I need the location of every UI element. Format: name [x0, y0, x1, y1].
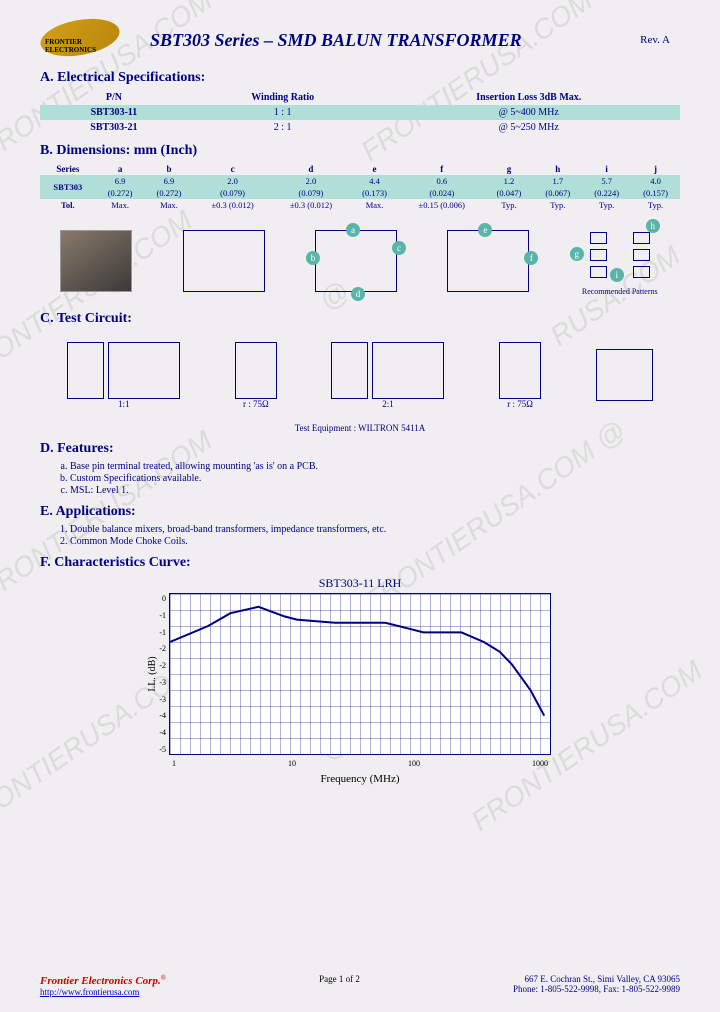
dim-badge-f: f	[524, 251, 538, 265]
dim-badge-c: c	[392, 241, 406, 255]
dimension-diagrams: a b c d e f h g i Recommended Patterns	[40, 221, 680, 301]
section-d-heading: D. Features:	[40, 441, 680, 457]
section-f-heading: F. Characteristics Curve:	[40, 555, 680, 571]
table-row: SBT303-11 1 : 1 @ 5~400 MHz	[40, 105, 680, 120]
dimensions-table: Series a b c d e f g h i j SBT303 6.9 6.…	[40, 163, 680, 211]
section-b-heading: B. Dimensions: mm (Inch)	[40, 143, 680, 159]
circuit-source-1	[67, 342, 104, 399]
dim-badge-i: i	[610, 268, 624, 282]
outline-drawing-front: e f	[447, 230, 529, 292]
x-axis-label: Frequency (MHz)	[40, 773, 680, 785]
col-loss: Insertion Loss 3dB Max.	[378, 90, 680, 105]
test-equipment-label: Test Equipment : WILTRON 5411A	[40, 423, 680, 433]
footer-url[interactable]: http://www.frontierusa.com	[40, 987, 139, 997]
section-e-heading: E. Applications:	[40, 504, 680, 520]
product-photo	[60, 230, 132, 292]
table-row: SBT303-21 2 : 1 @ 5~250 MHz	[40, 120, 680, 135]
circuit-source-2	[331, 342, 368, 399]
list-item: MSL: Level 1.	[70, 485, 680, 496]
table-row: Tol. Max. Max. ±0.3 (0.012) ±0.3 (0.012)…	[40, 199, 680, 211]
recommended-label: Recommended Patterns	[580, 287, 660, 296]
list-item: Double balance mixers, broad-band transf…	[70, 524, 680, 535]
chart-line	[170, 594, 550, 754]
circuit-load-1	[235, 342, 277, 399]
electrical-spec-table: P/N Winding Ratio Insertion Loss 3dB Max…	[40, 90, 680, 135]
dim-badge-b: b	[306, 251, 320, 265]
circuit-dut-2	[372, 342, 444, 399]
circuit-load-2	[499, 342, 541, 399]
outline-drawing-top: a b c d	[315, 230, 397, 292]
footer-address: 667 E. Cochran St., Simi Valley, CA 9306…	[524, 974, 680, 984]
section-c-heading: C. Test Circuit:	[40, 311, 680, 327]
table-row: SBT303 6.9 6.9 2.0 2.0 4.4 0.6 1.2 1.7 5…	[40, 175, 680, 187]
col-pn: P/N	[40, 90, 188, 105]
page-footer: Frontier Electronics Corp.® http://www.f…	[40, 974, 680, 997]
features-list: Base pin terminal treated, allowing moun…	[40, 461, 680, 496]
test-circuit-diagrams: 1:1 r : 75Ω 2:1 r : 75Ω	[40, 335, 680, 415]
dim-badge-h: h	[646, 219, 660, 233]
footer-phone: Phone: 1-805-522-9998, Fax: 1-805-522-99…	[513, 984, 680, 994]
page-header: FRONTIER ELECTRONICS SBT303 Series – SMD…	[40, 20, 680, 60]
col-winding: Winding Ratio	[188, 90, 378, 105]
revision: Rev. A	[640, 34, 680, 46]
x-ticks: 1 10 100 1000	[170, 759, 550, 768]
chart-area: I.L. (dB) 0 -1 -1 -2 -2 -3 -3 -4 -4 -5 1…	[169, 593, 551, 755]
characteristics-chart: SBT303-11 LRH I.L. (dB) 0 -1 -1 -2 -2 -3…	[40, 576, 680, 785]
list-item: Base pin terminal treated, allowing moun…	[70, 461, 680, 472]
list-item: Custom Specifications available.	[70, 473, 680, 484]
recommended-pattern: h g i	[580, 227, 660, 287]
applications-list: Double balance mixers, broad-band transf…	[40, 524, 680, 547]
circuit-schematic	[596, 349, 653, 401]
dim-badge-d: d	[351, 287, 365, 301]
footer-page: Page 1 of 2	[319, 974, 360, 997]
company-logo: FRONTIER ELECTRONICS	[40, 20, 130, 60]
footer-company: Frontier Electronics Corp.	[40, 975, 161, 987]
dim-badge-a: a	[346, 223, 360, 237]
dim-badge-g: g	[570, 247, 584, 261]
document-title: SBT303 Series – SMD BALUN TRANSFORMER	[150, 30, 522, 51]
outline-drawing-side	[183, 230, 265, 292]
dim-badge-e: e	[478, 223, 492, 237]
chart-title: SBT303-11 LRH	[40, 576, 680, 591]
table-row: (0.272) (0.272) (0.079) (0.079) (0.173) …	[40, 187, 680, 199]
list-item: Common Mode Choke Coils.	[70, 536, 680, 547]
circuit-dut-1	[108, 342, 180, 399]
y-ticks: 0 -1 -1 -2 -2 -3 -3 -4 -4 -5	[152, 594, 166, 754]
section-a-heading: A. Electrical Specifications:	[40, 70, 680, 86]
